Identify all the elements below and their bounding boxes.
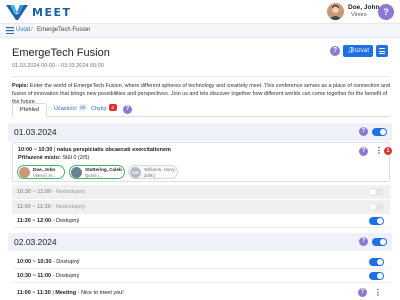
assigned-seat: Přiřazené místo: Stůl 0 (2/5) (18, 155, 89, 161)
meeting-label: Meeting (55, 290, 77, 296)
help-icon[interactable]: ? (330, 46, 340, 56)
attendee-org: Quora | ... (85, 173, 104, 178)
avatar-initials: WH (130, 167, 141, 178)
event-dates: 01.03.2024 00:00 – 03.03.2024 00:00 (12, 63, 104, 69)
attendee-chip[interactable]: Doe, John Vireeo | Ar... (17, 165, 65, 179)
session-status: Dostupný (56, 273, 80, 279)
help-icon[interactable]: ? (378, 4, 394, 20)
session-time: 10:30 ~ 11:00 (17, 189, 52, 195)
more-options-icon[interactable]: ⋮ (375, 146, 383, 155)
help-icon[interactable]: ? (359, 127, 368, 136)
session-toggle[interactable] (369, 217, 384, 225)
tab-label: Přehled (20, 107, 39, 113)
add-user-icon: 👤︎ (347, 48, 355, 54)
attendee-chip[interactable]: Stuttering, Caleb Quora | ... (69, 165, 125, 179)
day-date: 01.03.2024 (14, 127, 57, 137)
session-time: 10:00 ~ 10:30 (17, 259, 52, 265)
errors-count-badge: 4 (108, 104, 117, 111)
invite-button[interactable]: 👤︎ Pozvat (343, 45, 373, 57)
session-time: 10:00 ~ 10:30 (18, 147, 53, 153)
attendee-org: Zolis | (144, 173, 156, 178)
more-menu-button[interactable] (376, 45, 388, 57)
seat-value: Stůl 0 (2/5) (62, 155, 90, 161)
seat-label: Přiřazené místo: (18, 155, 61, 161)
session-row[interactable]: 11:00 ~ 11:30 | Meeting - Nice to meet y… (12, 286, 390, 300)
session-row[interactable]: 11:30 ~ 12:00 - Dostupný (12, 214, 390, 228)
session-row[interactable]: 10:30 ~ 11:00 - Nedostupný (12, 185, 390, 199)
breadcrumb-current: EmergeTech Fusion (37, 27, 91, 33)
help-icon[interactable]: ? (123, 105, 132, 114)
meet-logo-icon[interactable] (6, 3, 28, 21)
session-status: Dostupný (56, 259, 80, 265)
attendee-chip[interactable]: WH Williams, Harry Zolis | (128, 165, 178, 179)
help-icon[interactable]: ? (359, 147, 368, 156)
session-toggle[interactable] (369, 258, 384, 266)
breadcrumb: Úvod / EmergeTech Fusion (0, 24, 400, 38)
menu-icon (379, 48, 385, 49)
day-header: 01.03.2024 ? (8, 123, 392, 141)
session-status: Nice to meet you! (80, 290, 124, 296)
session-time: 11:00 ~ 11:30 (17, 204, 51, 210)
session-row[interactable]: 10:30 ~ 11:00 - Dostupný (12, 269, 390, 283)
session-row[interactable]: 11:00 ~ 11:30 - Nedostupný (12, 200, 390, 214)
session-time: 11:30 ~ 12:00 (17, 218, 52, 224)
page-title: EmergeTech Fusion (12, 47, 110, 59)
session-toggle[interactable] (369, 188, 384, 196)
session-status: Dostupný (56, 218, 80, 224)
day-toggle[interactable] (372, 238, 387, 246)
divider (12, 76, 390, 77)
tab-overview[interactable]: Přehled (12, 103, 47, 117)
session-title: 10:00 ~ 10:30 | natus perspiciatis obcae… (18, 147, 171, 153)
attendee-name: Williams, Harry (144, 167, 175, 172)
description-label: Popis: (12, 83, 29, 89)
more-options-icon[interactable]: ⋮ (374, 286, 382, 300)
session-toggle[interactable] (369, 203, 384, 211)
attendee-org: Vireeo | Ar... (33, 173, 56, 178)
user-avatar[interactable] (327, 3, 344, 20)
session-name: natus perspiciatis obcaecati exercitatio… (56, 147, 171, 153)
attendee-name: Doe, John (33, 167, 56, 172)
top-bar: MEET Doe, John Vireeo ? (0, 0, 400, 24)
description-text: Enter the world of EmergeTech Fusion, wh… (12, 83, 390, 105)
session-toggle[interactable] (369, 272, 384, 280)
breadcrumb-home-link[interactable]: Úvod (16, 27, 30, 33)
attendee-name: Stuttering, Caleb (85, 167, 122, 172)
alert-badge: 1 (384, 147, 392, 155)
session-status: Nedostupný (55, 204, 86, 210)
breadcrumb-separator: / (31, 27, 33, 33)
tab-bar: Přehled Účastníci 20 Chyby 4 ? (12, 103, 390, 117)
session-card: 10:00 ~ 10:30 | natus perspiciatis obcae… (12, 142, 392, 182)
session-time: 11:00 ~ 11:30 (17, 290, 51, 296)
day-date: 02.03.2024 (14, 237, 57, 247)
avatar (71, 167, 82, 178)
day-toggle[interactable] (372, 128, 387, 136)
app-name: MEET (32, 6, 72, 19)
user-org: Vireeo (351, 12, 367, 18)
help-icon[interactable]: ? (358, 288, 367, 297)
session-row[interactable]: 10:00 ~ 10:30 - Dostupný (12, 255, 390, 269)
tab-label: Účastníci (54, 106, 77, 112)
help-icon[interactable]: ? (359, 237, 368, 246)
session-time: 10:30 ~ 11:00 (17, 273, 52, 279)
tab-label: Chyby (91, 106, 107, 112)
menu-toggle-icon[interactable] (6, 27, 14, 34)
session-status: Nedostupný (56, 189, 86, 195)
avatar (19, 167, 30, 178)
user-name[interactable]: Doe, John (348, 4, 379, 11)
day-header: 02.03.2024 ? (8, 233, 392, 251)
tab-errors[interactable]: Chyby 4 (84, 103, 124, 117)
